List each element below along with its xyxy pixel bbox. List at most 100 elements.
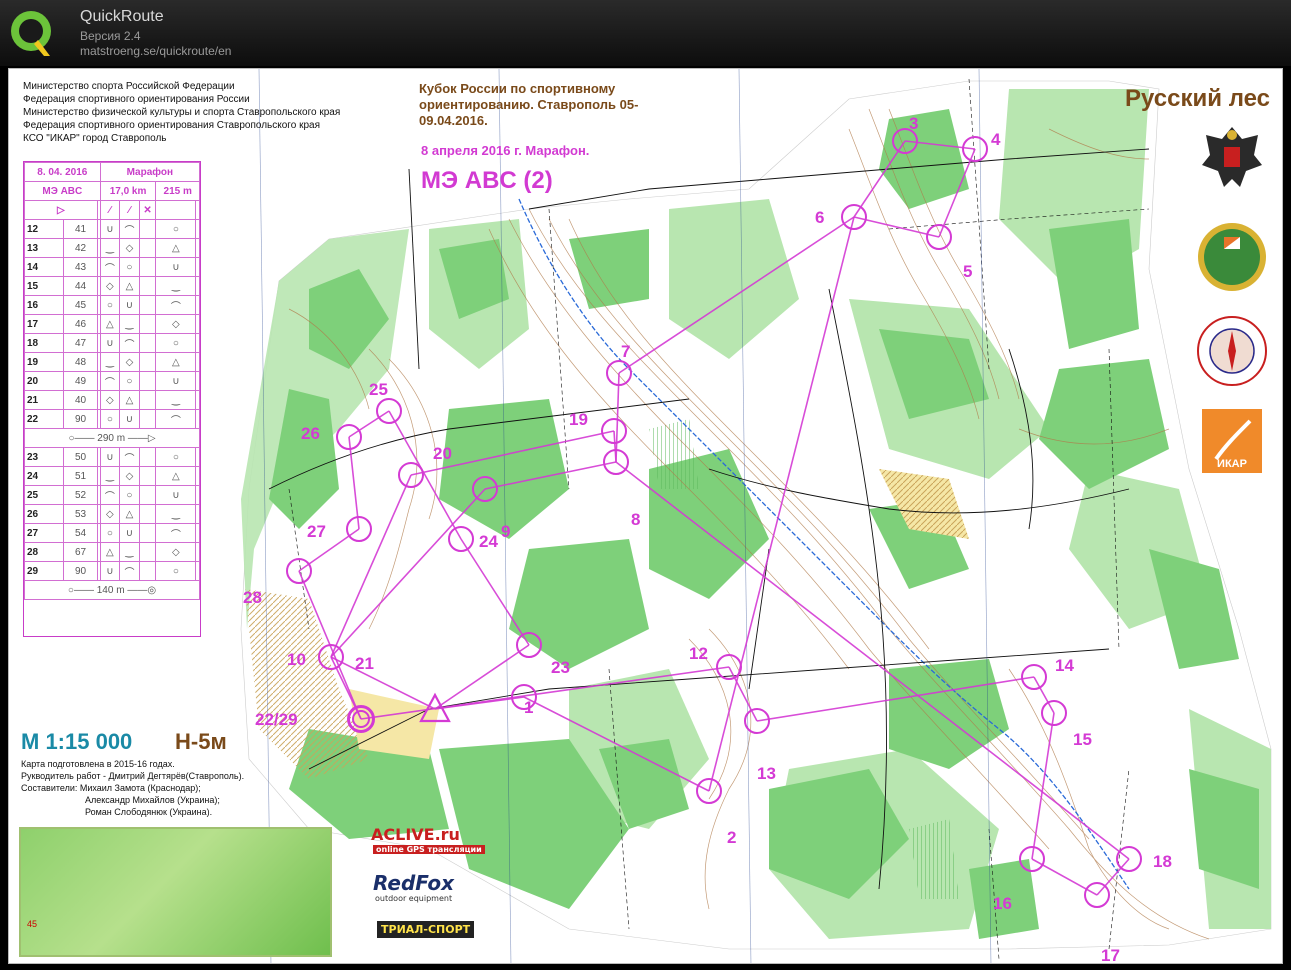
description-symbol bbox=[195, 409, 200, 429]
redfox-logo-subtitle: outdoor equipment bbox=[375, 894, 453, 903]
quickroute-window: QuickRoute Версия 2.4 matstroeng.se/quic… bbox=[0, 0, 1291, 970]
trial-sport-logo: ТРИАЛ-СПОРТ bbox=[377, 921, 475, 938]
description-row: 14 43 ⌒ ○ ∪ bbox=[23, 257, 200, 277]
description-symbol bbox=[138, 257, 157, 277]
description-symbol: △ bbox=[99, 542, 121, 562]
header-line: Федерация спортивного ориентирования Ста… bbox=[23, 120, 320, 131]
description-symbol bbox=[195, 276, 200, 296]
quickroute-logo-icon bbox=[11, 11, 51, 56]
description-symbol: ○ bbox=[99, 409, 121, 429]
description-symbol bbox=[138, 390, 157, 410]
description-row: 24 51 ‿ ◇ △ bbox=[23, 466, 200, 486]
control-number-label: 2 bbox=[727, 828, 736, 847]
control-code: 53 bbox=[63, 504, 98, 524]
credit-line: Карта подготовлена в 2015-16 годах. bbox=[21, 759, 175, 769]
description-symbol: ○ bbox=[155, 333, 197, 353]
description-symbol bbox=[195, 238, 200, 258]
desc-rows-part1: 12 41 ∪ ⌒ ○ 13 42 ‿ ◇ △ 14 43 ⌒ ○ ∪ 15 44 ◇ △ ‿ 16 45 ○ ∪ ⌒ 17 46 △… bbox=[23, 219, 200, 429]
description-symbol bbox=[138, 333, 157, 353]
control-number: 22 bbox=[23, 409, 65, 429]
description-symbol bbox=[138, 523, 157, 543]
control-code: 43 bbox=[63, 257, 98, 277]
control-number-label: 7 bbox=[621, 342, 630, 361]
control-code: 51 bbox=[63, 466, 98, 486]
start-symbol-icon: ▷ bbox=[24, 200, 98, 220]
description-symbol: ○ bbox=[155, 561, 197, 581]
control-number: 21 bbox=[23, 390, 65, 410]
map-scale: М 1:15 000 bbox=[21, 729, 133, 754]
control-code: 45 bbox=[63, 295, 98, 315]
control-code: 48 bbox=[63, 352, 98, 372]
control-code: 47 bbox=[63, 333, 98, 353]
description-row: 16 45 ○ ∪ ⌒ bbox=[23, 295, 200, 315]
control-number-label: 27 bbox=[307, 522, 326, 541]
description-symbol bbox=[195, 219, 200, 239]
description-symbol bbox=[195, 257, 200, 277]
description-symbol bbox=[138, 561, 157, 581]
control-number: 24 bbox=[23, 466, 65, 486]
description-row: 23 50 ∪ ⌒ ○ bbox=[23, 447, 200, 467]
desc-date: 8. 04. 2016 bbox=[24, 162, 101, 182]
marked-route-1-length: 290 m bbox=[97, 432, 126, 444]
control-number: 28 bbox=[23, 542, 65, 562]
description-row: 22 90 ○ ∪ ⌒ bbox=[23, 409, 200, 429]
description-symbol: ○ bbox=[119, 485, 140, 505]
credit-line: Рукводитель работ - Дмитрий Дегтярёв(Ста… bbox=[21, 771, 245, 781]
description-symbol: ◇ bbox=[119, 238, 140, 258]
description-symbol bbox=[138, 219, 157, 239]
app-url-link[interactable]: matstroeng.se/quickroute/en bbox=[80, 44, 231, 58]
description-symbol: ◇ bbox=[99, 504, 121, 524]
description-symbol: ○ bbox=[119, 257, 140, 277]
control-code: 90 bbox=[63, 561, 98, 581]
russian-orienteering-federation-logo-icon bbox=[1198, 223, 1266, 291]
control-number-label: 10 bbox=[287, 650, 306, 669]
description-symbol bbox=[195, 561, 200, 581]
description-symbol: △ bbox=[99, 314, 121, 334]
control-description-sheet: 8. 04. 2016 Марафон МЭ ABC 17,0 km 215 m ▷ ∕… bbox=[23, 161, 201, 637]
description-row: 15 44 ◇ △ ‿ bbox=[23, 276, 200, 296]
description-symbol bbox=[195, 352, 200, 372]
description-row: 17 46 △ ‿ ◇ bbox=[23, 314, 200, 334]
description-symbol bbox=[195, 333, 200, 353]
control-number-label: 13 bbox=[757, 764, 776, 783]
control-number-label: 19 bbox=[569, 410, 588, 429]
description-row: 21 40 ◇ △ ‿ bbox=[23, 390, 200, 410]
control-code: 54 bbox=[63, 523, 98, 543]
control-code: 44 bbox=[63, 276, 98, 296]
control-number: 26 bbox=[23, 504, 65, 524]
control-number-label: 25 bbox=[369, 380, 388, 399]
control-number-label: 9 bbox=[501, 522, 510, 541]
description-symbol bbox=[138, 542, 157, 562]
description-symbol: ⌒ bbox=[119, 447, 140, 467]
description-symbol: ‿ bbox=[99, 352, 121, 372]
description-symbol: ∪ bbox=[99, 561, 121, 581]
description-symbol bbox=[138, 238, 157, 258]
description-symbol: ∪ bbox=[119, 295, 140, 315]
description-row: 27 54 ○ ∪ ⌒ bbox=[23, 523, 200, 543]
description-symbol bbox=[195, 504, 200, 524]
description-symbol: ○ bbox=[99, 523, 121, 543]
credit-line: Александр Михайлов (Украина); bbox=[85, 795, 220, 805]
description-symbol bbox=[195, 485, 200, 505]
orienteering-map[interactable]: 1 2 3 4 5 6 7 8 9 10 12 13 14 15 16 17 18 19 20 21 22/29 23 24… bbox=[8, 68, 1283, 964]
cup-date: 8 апреля 2016 г. Марафон. bbox=[421, 143, 590, 158]
description-symbol: ⌒ bbox=[99, 371, 121, 391]
description-symbol: ‿ bbox=[155, 504, 197, 524]
description-symbol: ∪ bbox=[119, 523, 140, 543]
description-symbol: ⌒ bbox=[155, 295, 197, 315]
description-symbol: ◇ bbox=[99, 390, 121, 410]
description-symbol: ◇ bbox=[155, 314, 197, 334]
description-symbol bbox=[195, 447, 200, 467]
control-number-label: 28 bbox=[243, 588, 262, 607]
russia-coat-of-arms-icon bbox=[1202, 127, 1262, 187]
control-code: 41 bbox=[63, 219, 98, 239]
header-line: Министерство спорта Российской Федерации bbox=[23, 81, 235, 92]
control-number: 29 bbox=[23, 561, 65, 581]
description-row: 12 41 ∪ ⌒ ○ bbox=[23, 219, 200, 239]
description-symbol: ○ bbox=[99, 295, 121, 315]
description-symbol bbox=[138, 504, 157, 524]
control-number: 14 bbox=[23, 257, 65, 277]
control-number-label: 14 bbox=[1055, 656, 1074, 675]
description-row: 19 48 ‿ ◇ △ bbox=[23, 352, 200, 372]
control-code: 49 bbox=[63, 371, 98, 391]
